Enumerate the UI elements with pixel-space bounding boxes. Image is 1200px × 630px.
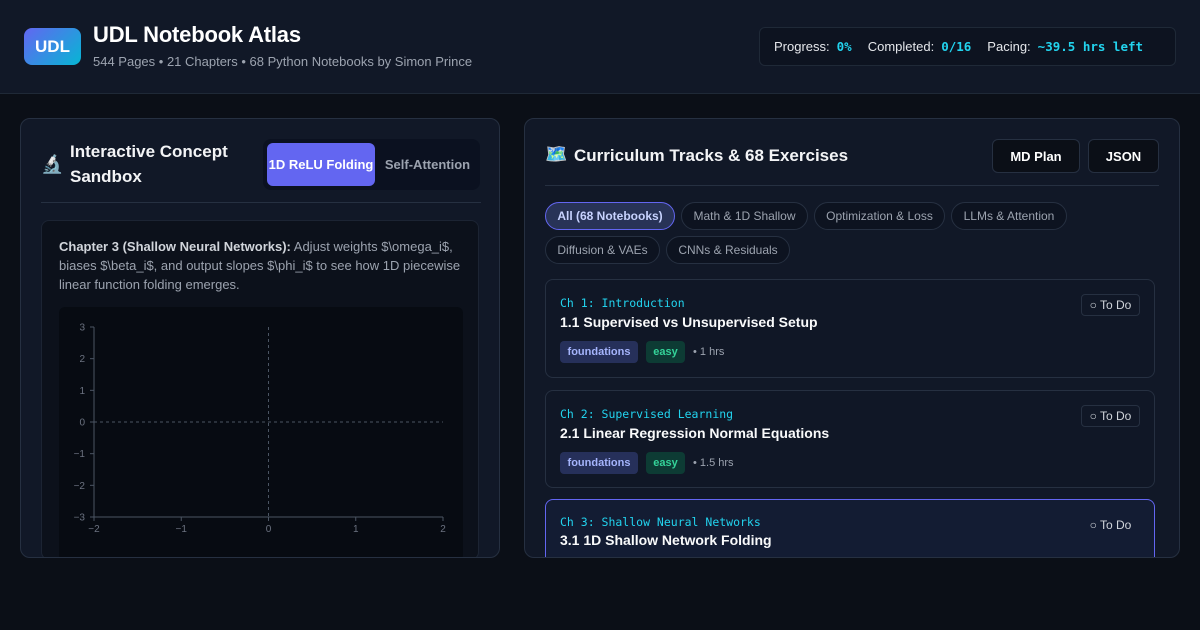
- concept-box: Chapter 3 (Shallow Neural Networks): Adj…: [41, 220, 479, 557]
- exercise-card[interactable]: Ch 1: Introduction 1.1 Supervised vs Uns…: [545, 279, 1155, 378]
- exercise-card[interactable]: Ch 2: Supervised Learning 2.1 Linear Reg…: [545, 390, 1155, 488]
- curriculum-title: Curriculum Tracks & 68 Exercises: [574, 146, 849, 165]
- md-plan-button[interactable]: MD Plan: [992, 139, 1080, 173]
- app-subtitle: 544 Pages • 21 Chapters • 68 Python Note…: [93, 54, 473, 69]
- exercise-chapter: Ch 1: Introduction: [560, 296, 685, 310]
- progress-value: 0%: [836, 39, 852, 54]
- sandbox-title: Interactive Concept Sandbox: [70, 142, 228, 186]
- y-tick-label: −1: [74, 449, 86, 460]
- curriculum-header: 🗺️ Curriculum Tracks & 68 Exercises MD P…: [545, 139, 1159, 186]
- curriculum-panel: 🗺️ Curriculum Tracks & 68 Exercises MD P…: [524, 118, 1180, 558]
- x-tick-label: 0: [266, 524, 272, 535]
- exercise-title: 1.1 Supervised vs Unsupervised Setup: [560, 314, 818, 330]
- filter-all[interactable]: All (68 Notebooks): [545, 202, 675, 230]
- y-tick-label: 2: [79, 354, 85, 365]
- y-tick-label: 3: [79, 323, 85, 334]
- exercise-title: 3.1 1D Shallow Network Folding: [560, 532, 772, 548]
- progress-stats: Progress: 0% Completed: 0/16 Pacing: ~39…: [759, 27, 1176, 66]
- flask-icon: 🔬: [41, 154, 64, 174]
- progress-label: Progress:: [774, 39, 830, 54]
- filter-cnns-residuals[interactable]: CNNs & Residuals: [666, 236, 790, 264]
- sandbox-mode-toggle: 1D ReLU Folding Self-Attention: [263, 139, 480, 190]
- exercise-card-selected[interactable]: Ch 3: Shallow Neural Networks 3.1 1D Sha…: [545, 499, 1155, 557]
- app-title: UDL Notebook Atlas: [93, 22, 301, 47]
- filter-llms-attention[interactable]: LLMs & Attention: [951, 202, 1067, 230]
- exercise-hours: • 1.5 hrs: [693, 457, 734, 469]
- app-header: UDL UDL Notebook Atlas 544 Pages • 21 Ch…: [0, 0, 1200, 94]
- pacing-label: Pacing:: [987, 39, 1031, 54]
- completed-label: Completed:: [867, 39, 935, 54]
- app-logo: UDL: [24, 28, 81, 65]
- relu-plot: 3 2 1 0 −1 −2 −3 −2 −1 0 1 2: [59, 307, 463, 557]
- exercise-chapter: Ch 2: Supervised Learning: [560, 407, 734, 421]
- relu-plot-svg: 3210−1−2−3−2 −1 0 1 2: [74, 323, 447, 536]
- exercise-title: 2.1 Linear Regression Normal Equations: [560, 425, 830, 441]
- y-tick-label: 0: [79, 418, 85, 429]
- y-tick-label: −2: [74, 481, 86, 492]
- status-badge[interactable]: ○ To Do: [1081, 514, 1140, 536]
- status-badge[interactable]: ○ To Do: [1081, 294, 1140, 316]
- topic-tag: foundations: [560, 452, 638, 474]
- sandbox-header: 🔬 Interactive Concept Sandbox 1D ReLU Fo…: [41, 139, 481, 203]
- y-tick-label: 1: [79, 386, 85, 397]
- difficulty-tag: easy: [646, 452, 685, 474]
- difficulty-tag: easy: [646, 341, 685, 363]
- tab-self-attention[interactable]: Self-Attention: [379, 143, 476, 186]
- exercise-chapter: Ch 3: Shallow Neural Networks: [560, 515, 761, 529]
- x-tick-label: −1: [176, 524, 188, 535]
- filter-optimization[interactable]: Optimization & Loss: [814, 202, 945, 230]
- concept-description: Chapter 3 (Shallow Neural Networks): Adj…: [59, 237, 464, 294]
- y-tick-label: −3: [74, 513, 86, 524]
- x-tick-label: −2: [88, 524, 100, 535]
- exercise-hours: • 1 hrs: [693, 346, 725, 358]
- pacing-value: ~39.5 hrs left: [1037, 39, 1144, 54]
- status-badge[interactable]: ○ To Do: [1081, 405, 1140, 427]
- filter-math-shallow[interactable]: Math & 1D Shallow: [681, 202, 808, 230]
- tab-relu-folding[interactable]: 1D ReLU Folding: [267, 143, 375, 186]
- topic-tag: foundations: [560, 341, 638, 363]
- json-button[interactable]: JSON: [1088, 139, 1159, 173]
- concept-sandbox-panel: 🔬 Interactive Concept Sandbox 1D ReLU Fo…: [20, 118, 500, 558]
- filter-diffusion-vaes[interactable]: Diffusion & VAEs: [545, 236, 660, 264]
- completed-value: 0/16: [941, 39, 972, 54]
- x-tick-label: 1: [353, 524, 359, 535]
- map-icon: 🗺️: [545, 144, 568, 164]
- x-tick-label: 2: [440, 524, 446, 535]
- concept-chapter: Chapter 3 (Shallow Neural Networks):: [59, 239, 291, 254]
